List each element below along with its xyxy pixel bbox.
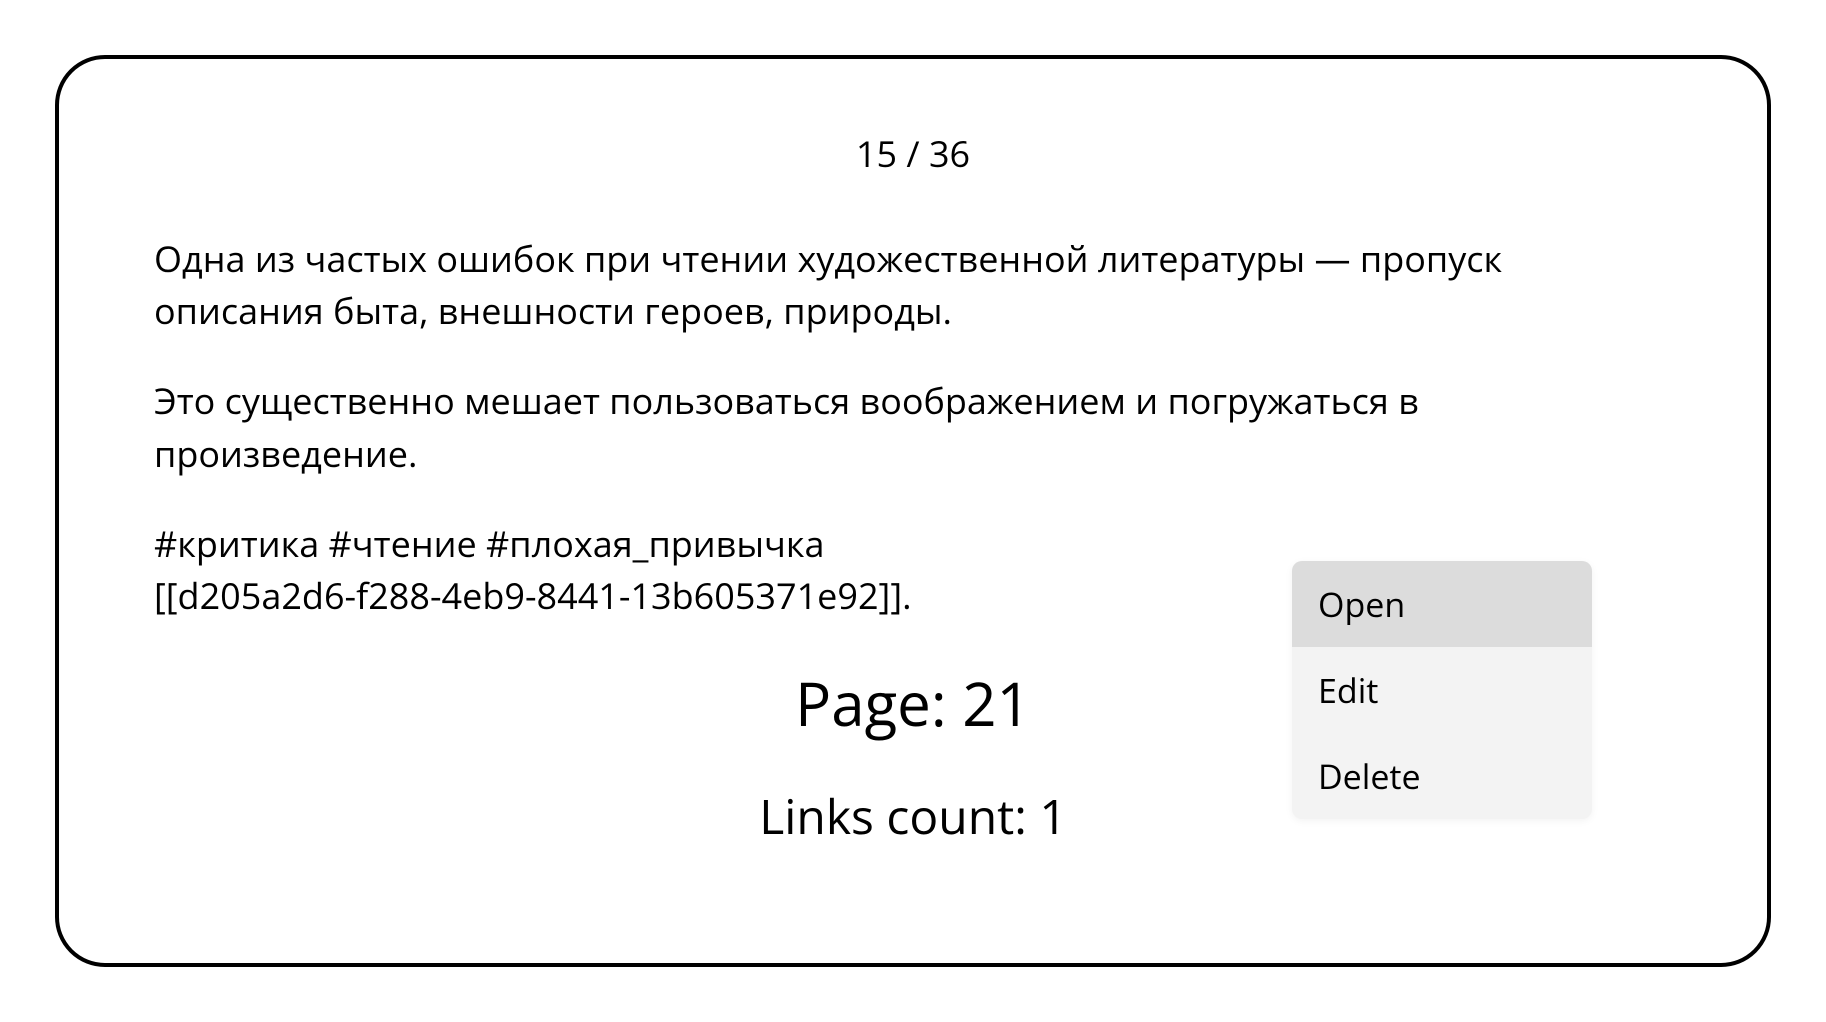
note-paragraph: Это существенно мешает пользоваться вооб… [154, 375, 1672, 479]
context-menu: Open Edit Delete [1292, 561, 1592, 819]
menu-item-open[interactable]: Open [1292, 561, 1592, 647]
note-paragraph: Одна из частых ошибок при чтении художес… [154, 233, 1672, 337]
menu-item-edit[interactable]: Edit [1292, 647, 1592, 733]
card-counter: 15 / 36 [154, 129, 1672, 178]
menu-item-delete[interactable]: Delete [1292, 733, 1592, 819]
note-card: 15 / 36 Одна из частых ошибок при чтении… [55, 55, 1771, 967]
